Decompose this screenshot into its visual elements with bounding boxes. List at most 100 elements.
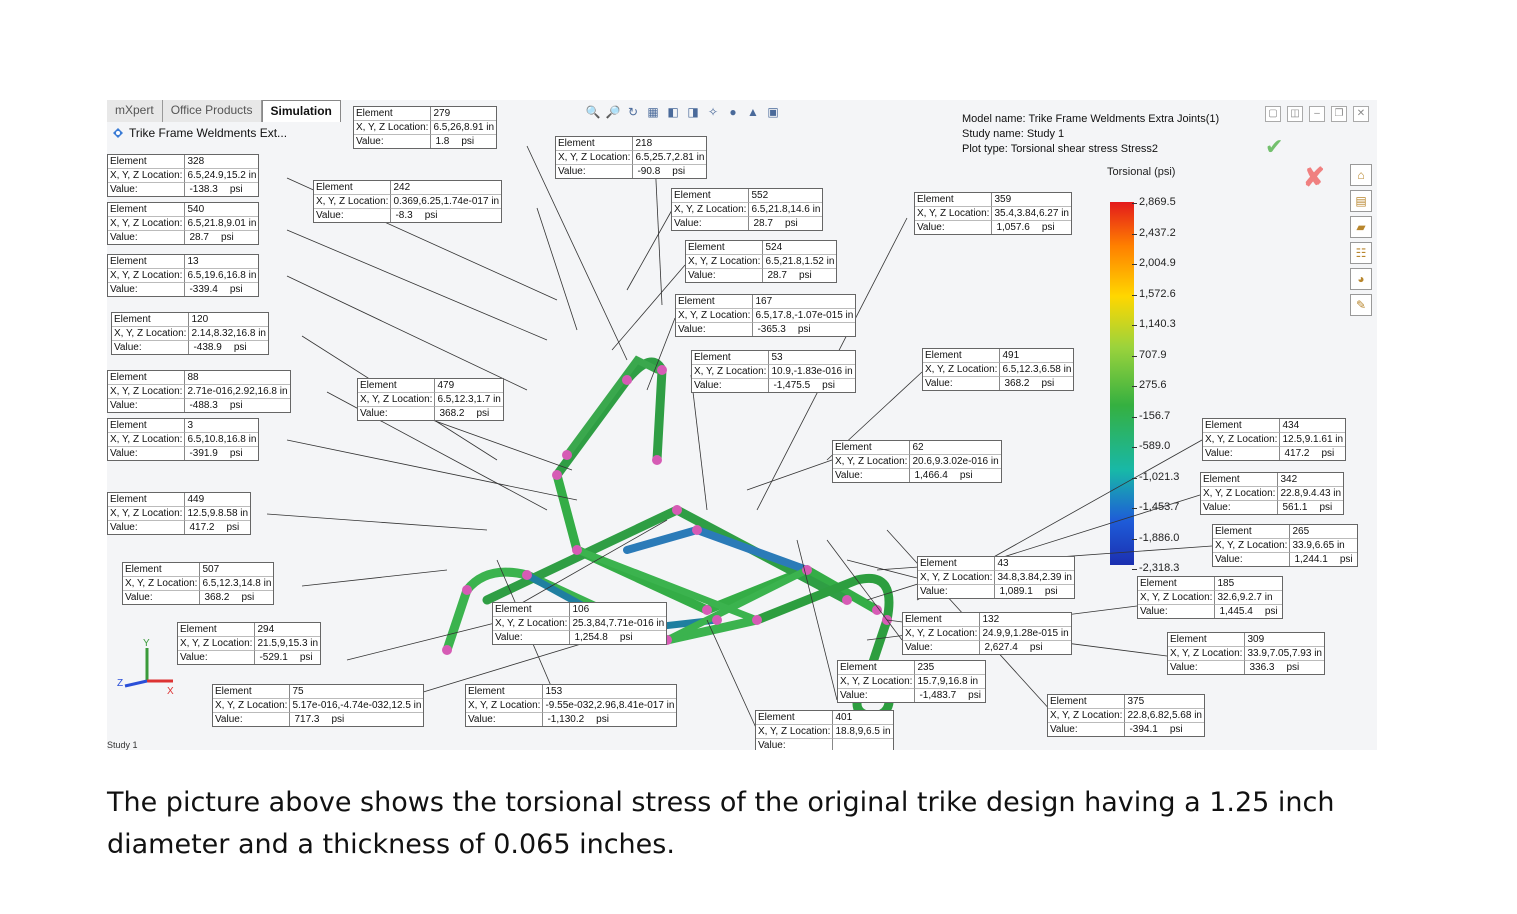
probe-box[interactable]: Element 401 X, Y, Z Location: 18.8,9,6.5 in…	[755, 710, 894, 750]
probe-location-value: 22.8,6.82,5.68 in	[1125, 710, 1204, 723]
probe-element-id: 359	[992, 193, 1071, 207]
probe-box[interactable]: Element 53 X, Y, Z Location: 10.9,-1.83e-01…	[691, 350, 856, 393]
probe-element-label: Element	[314, 181, 392, 195]
probe-box[interactable]: Element 434 X, Y, Z Location: 12.5,9.1.61 i…	[1202, 418, 1347, 461]
probe-stress-unit: psi	[1264, 606, 1278, 617]
probe-box[interactable]: Element 524 X, Y, Z Location: 6.5,21.8,1.52…	[685, 240, 838, 283]
probe-box[interactable]: Element 75 X, Y, Z Location: 5.17e-016,-4.7…	[212, 684, 425, 727]
probe-location-label: X, Y, Z Location:	[108, 169, 186, 183]
probe-element-id: 342	[1278, 473, 1344, 487]
probe-stress-value: 1,445.4 psi	[1215, 605, 1281, 618]
probe-location-value: 6.5,17.8,-1.07e-015 in	[753, 310, 856, 323]
probe-box[interactable]: Element 88 X, Y, Z Location: 2.71e-016,2.92…	[107, 370, 291, 413]
probe-value-label: Value:	[112, 341, 190, 354]
probe-location-label: X, Y, Z Location:	[108, 217, 186, 231]
probe-location-value: 6.5,25.7,2.81 in	[633, 152, 707, 165]
probe-box[interactable]: Element 235 X, Y, Z Location: 15.7,9,16.8 i…	[837, 660, 986, 703]
axis-triad-icon: Y Z X	[117, 638, 174, 696]
probe-box[interactable]: Element 507 X, Y, Z Location: 6.5,12.3,14.8…	[122, 562, 275, 605]
probe-box[interactable]: Element 540 X, Y, Z Location: 6.5,21.8,9.01…	[107, 202, 260, 245]
probe-element-label: Element	[213, 685, 291, 699]
probe-box[interactable]: Element 120 X, Y, Z Location: 2.14,8.32,16.…	[111, 312, 269, 355]
probe-box[interactable]: Element 552 X, Y, Z Location: 6.5,21.8,14.6…	[671, 188, 824, 231]
probe-box[interactable]: Element 479 X, Y, Z Location: 6.5,12.3,1.7 …	[357, 378, 504, 421]
probe-element-label: Element	[918, 557, 996, 571]
probe-box[interactable]: Element 328 X, Y, Z Location: 6.5,24.9,15.2…	[107, 154, 260, 197]
probe-stress-number: -1,130.2	[547, 714, 585, 725]
probe-location-value: 12.5,9.8.58 in	[185, 508, 251, 521]
probe-box[interactable]: Element 375 X, Y, Z Location: 22.8,6.82,5.6…	[1047, 694, 1205, 737]
probe-value-label: Value:	[108, 521, 186, 534]
probe-box[interactable]: Element 491 X, Y, Z Location: 6.5,12.3,6.58…	[922, 348, 1075, 391]
probe-box[interactable]: Element 279 X, Y, Z Location: 6.5,26,8.91 i…	[353, 106, 498, 149]
probe-stress-value: -1,475.5 psi	[769, 379, 854, 392]
probe-location-value: 33.9,7.05,7.93 in	[1245, 648, 1324, 661]
probe-element-label: Element	[1213, 525, 1291, 539]
probe-stress-number: 28.7	[189, 232, 209, 243]
probe-value-label: Value:	[556, 165, 634, 178]
probe-stress-value: 368.2 psi	[200, 591, 273, 604]
probe-element-label: Element	[112, 313, 190, 327]
probe-element-id: 434	[1280, 419, 1346, 433]
probe-location-value: 24.9,9,1.28e-015 in	[980, 628, 1071, 641]
probe-box[interactable]: Element 218 X, Y, Z Location: 6.5,25.7,2.81…	[555, 136, 708, 179]
probe-box[interactable]: Element 62 X, Y, Z Location: 20.6,9.3.02e-0…	[832, 440, 1002, 483]
probe-box[interactable]: Element 167 X, Y, Z Location: 6.5,17.8,-1.0…	[675, 294, 857, 337]
probe-location-value: 2.71e-016,2.92,16.8 in	[185, 386, 290, 399]
probe-box[interactable]: Element 13 X, Y, Z Location: 6.5,19.6,16.8 …	[107, 254, 260, 297]
probe-stress-unit: psi	[1286, 662, 1300, 673]
probe-stress-value: 1,466.4 psi	[910, 469, 1000, 482]
probe-box[interactable]: Element 294 X, Y, Z Location: 21.5,9,15.3 i…	[177, 622, 322, 665]
probe-box[interactable]: Element 153 X, Y, Z Location: -9.55e-032,2.…	[465, 684, 678, 727]
probe-stress-unit: psi	[1321, 448, 1335, 459]
probe-element-id: 167	[753, 295, 856, 309]
probe-location-label: X, Y, Z Location:	[123, 577, 201, 591]
probe-box[interactable]: Element 132 X, Y, Z Location: 24.9,9,1.28e-…	[902, 612, 1072, 655]
probe-stress-value: 368.2 psi	[435, 407, 502, 420]
probe-stress-unit: psi	[229, 448, 243, 459]
probe-element-label: Element	[108, 419, 186, 433]
probe-box[interactable]: Element 106 X, Y, Z Location: 25.3,84,7.71e…	[492, 602, 668, 645]
probe-stress-value: -1,483.7 psi	[915, 689, 985, 702]
probe-stress-number: -1,475.5	[773, 380, 811, 391]
probe-location-label: X, Y, Z Location:	[918, 571, 996, 585]
probe-location-label: X, Y, Z Location:	[915, 207, 993, 221]
probe-element-label: Element	[838, 661, 916, 675]
probe-value-label: Value:	[466, 713, 544, 726]
probe-stress-value: -391.9 psi	[185, 447, 258, 460]
probe-box[interactable]: Element 185 X, Y, Z Location: 32.6,9.2.7 in…	[1137, 576, 1283, 619]
probe-stress-value: 417.2 psi	[185, 521, 250, 534]
probe-element-id: 120	[189, 313, 268, 327]
probe-location-label: X, Y, Z Location:	[838, 675, 916, 689]
probe-element-label: Element	[123, 563, 201, 577]
probe-value-label: Value:	[1213, 553, 1291, 566]
probe-stress-unit: psi	[476, 408, 490, 419]
probe-box[interactable]: Element 43 X, Y, Z Location: 34.8,3.84,2.39…	[917, 556, 1075, 599]
probe-location-label: X, Y, Z Location:	[1203, 433, 1281, 447]
probe-location-label: X, Y, Z Location:	[923, 363, 1001, 377]
probe-box[interactable]: Element 242 X, Y, Z Location: 0.369,6.25,1.…	[313, 180, 503, 223]
probe-stress-unit	[839, 740, 851, 750]
probe-value-label: Value:	[756, 739, 834, 750]
probe-element-id: 552	[749, 189, 823, 203]
probe-box[interactable]: Element 3 X, Y, Z Location: 6.5,10.8,16.8 i…	[107, 418, 260, 461]
probe-location-label: X, Y, Z Location:	[108, 269, 186, 283]
probe-box[interactable]: Element 359 X, Y, Z Location: 35.4,3.84,6.2…	[914, 192, 1072, 235]
probe-box[interactable]: Element 309 X, Y, Z Location: 33.9,7.05,7.9…	[1167, 632, 1325, 675]
probe-box[interactable]: Element 449 X, Y, Z Location: 12.5,9.8.58 i…	[107, 492, 252, 535]
probe-value-label: Value:	[686, 269, 764, 282]
probe-location-value: 2.14,8.32,16.8 in	[189, 328, 268, 341]
probe-location-value: 32.6,9.2.7 in	[1215, 591, 1282, 605]
probe-element-label: Element	[178, 623, 256, 637]
probe-stress-unit: psi	[1169, 724, 1183, 735]
probe-location-value: 12.5,9.1.61 in	[1280, 434, 1346, 447]
probe-stress-value: 28.7 psi	[185, 231, 258, 244]
study-tab[interactable]: Study 1	[107, 740, 138, 750]
probe-location-value: 20.6,9.3.02e-016 in	[910, 456, 1001, 469]
probe-element-id: 88	[185, 371, 290, 385]
probe-box[interactable]: Element 265 X, Y, Z Location: 33.9,6.65 in V…	[1212, 524, 1358, 567]
probe-element-id: 75	[290, 685, 424, 699]
probe-stress-value: 1.8 psi	[431, 135, 496, 148]
probe-location-value: 6.5,21.8,9.01 in	[185, 218, 259, 231]
probe-box[interactable]: Element 342 X, Y, Z Location: 22.8,9.4.43 i…	[1200, 472, 1345, 515]
